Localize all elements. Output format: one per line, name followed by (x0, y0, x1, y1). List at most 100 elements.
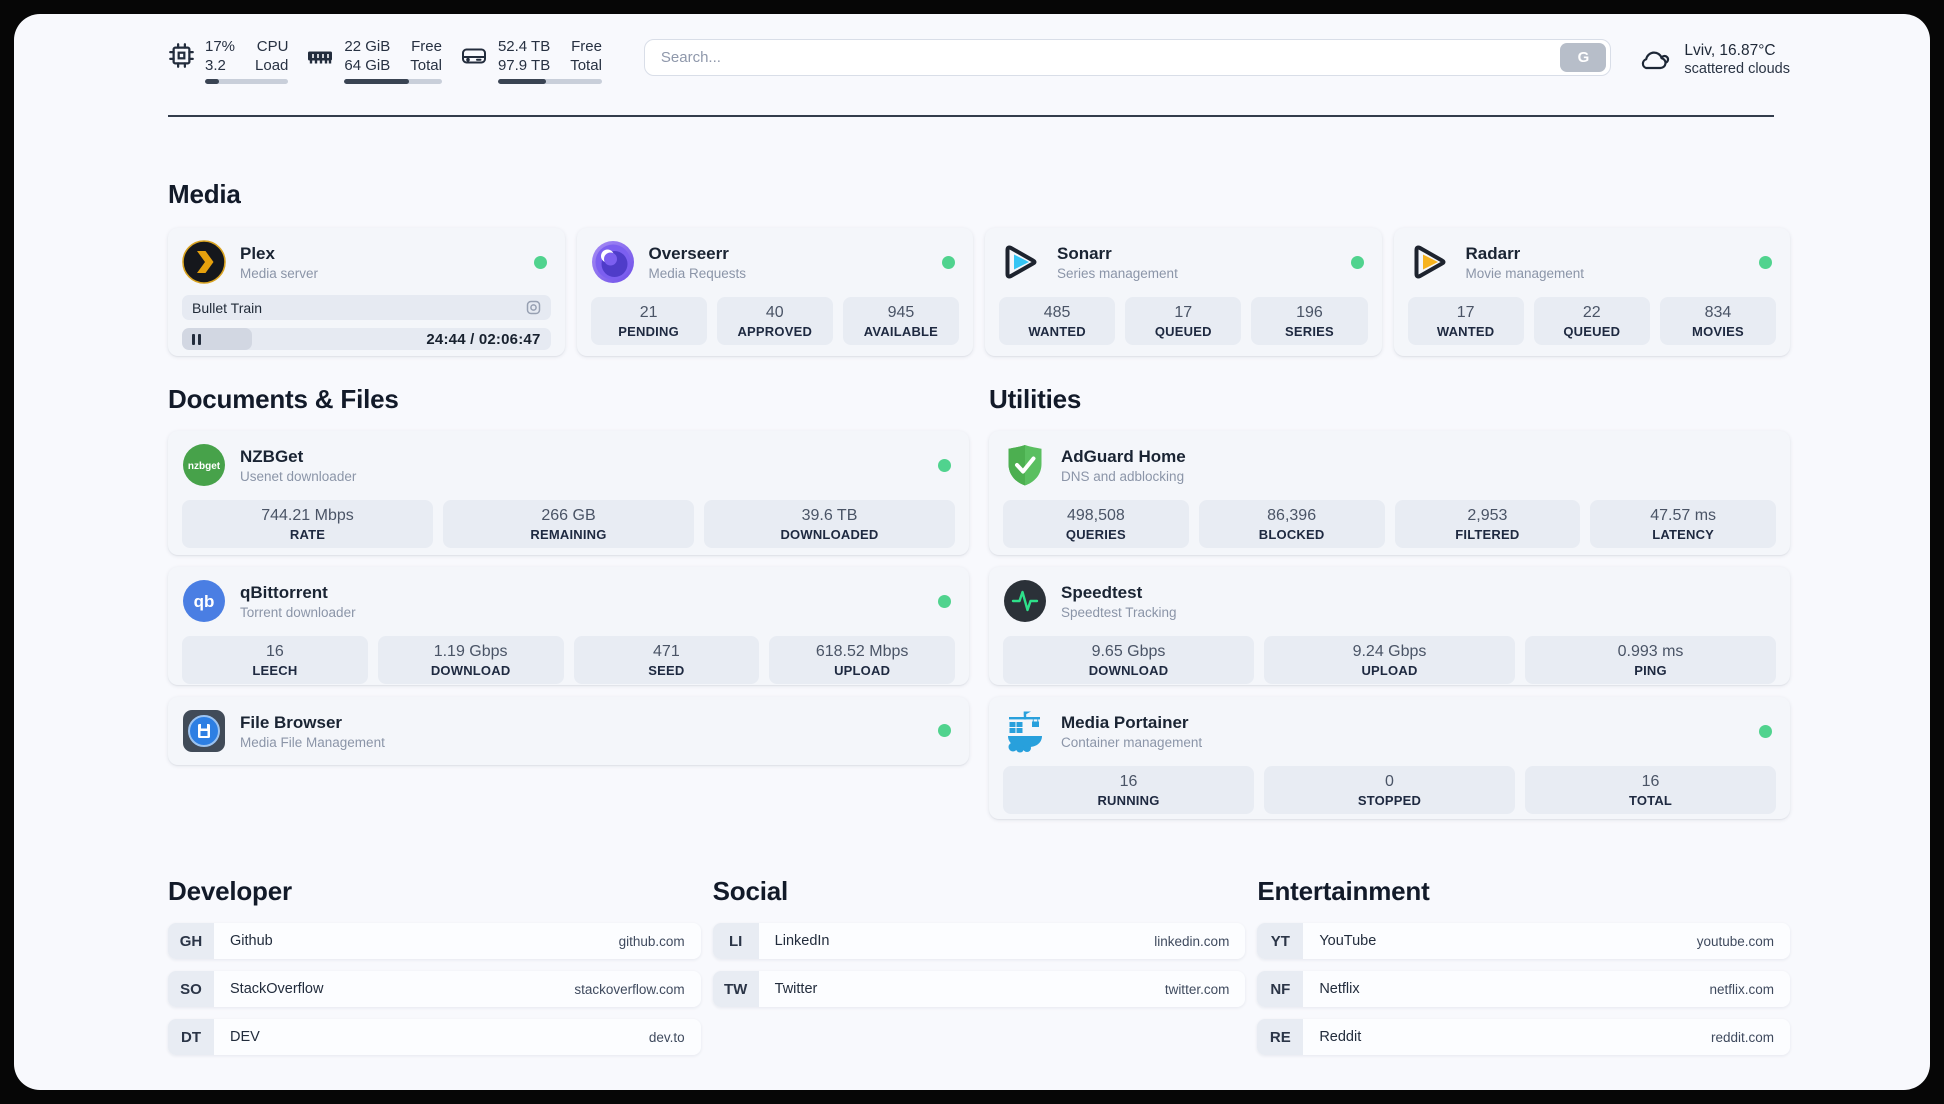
dashboard-panel: 17% 3.2 CPU Load 22 GiB 64 GiB Free Tota… (14, 14, 1930, 1090)
header-divider (168, 115, 1774, 117)
link-name: Netflix (1319, 981, 1360, 997)
app-name: Overseerr (648, 244, 729, 263)
search-bar[interactable]: G (643, 39, 1612, 76)
portainer-icon (1008, 711, 1042, 753)
disk-free: 52.4 TB (497, 38, 551, 55)
cpu-chip-icon (169, 43, 194, 68)
stat-upload: 9.24 Gbps UPLOAD (1264, 636, 1515, 684)
stat-latency: 47.57 ms LATENCY (1590, 500, 1776, 548)
weather-location-temp: Lviv, 16.87°C (1684, 42, 1776, 59)
media-card-grid: Plex Media server Bullet Train 24:44 / 0… (168, 228, 1790, 356)
link-name: LinkedIn (774, 933, 830, 949)
link-netflix[interactable]: NF Netflix netflix.com (1257, 971, 1790, 1007)
app-card-nzbget[interactable]: nzbget NZBGet Usenet downloader 744.21 M… (168, 431, 969, 555)
app-card-sonarr[interactable]: Sonarr Series management 485 WANTED 17 Q… (985, 228, 1382, 356)
link-url: twitter.com (1164, 981, 1230, 997)
pause-icon (192, 333, 201, 345)
utilities-column: Utilities AdGuard Home DNS and adblockin… (989, 384, 1790, 819)
ram-label-2: Total (410, 57, 442, 74)
stat-blocked: 86,396 BLOCKED (1198, 500, 1385, 548)
section-title-utilities: Utilities (989, 384, 1082, 414)
app-name: Plex (240, 244, 275, 263)
link-youtube[interactable]: YT YouTube youtube.com (1257, 923, 1790, 959)
app-card-qbittorrent[interactable]: qb qBittorrent Torrent downloader 16 LEE… (168, 567, 969, 685)
link-url: dev.to (648, 1029, 685, 1045)
link-badge: NF (1257, 971, 1304, 1007)
stat-seed: 471 SEED (573, 636, 760, 684)
playback-progress-row: 24:44 / 02:06:47 (182, 328, 551, 350)
ram-icon (308, 51, 333, 64)
status-dot-online (938, 724, 951, 737)
app-card-radarr[interactable]: Radarr Movie management 17 WANTED 22 QUE… (1393, 228, 1790, 356)
stat-series: 196 SERIES (1251, 297, 1368, 345)
link-dev[interactable]: DT DEV dev.to (168, 1019, 701, 1055)
app-description: Series management (1057, 266, 1178, 281)
app-name: File Browser (240, 713, 343, 732)
weather-condition: scattered clouds (1684, 61, 1790, 77)
app-card-portainer[interactable]: Media Portainer Container management 16 … (989, 697, 1790, 819)
status-dot-online (533, 256, 547, 269)
link-badge: TW (712, 971, 759, 1007)
disk-total: 97.9 TB (497, 57, 551, 74)
app-name: Radarr (1465, 244, 1521, 263)
disk-drive-icon (461, 48, 486, 64)
ram-free: 22 GiB (344, 38, 391, 55)
stat-download: 9.65 Gbps DOWNLOAD (1003, 636, 1254, 684)
stat-leech: 16 LEECH (182, 636, 368, 684)
link-badge: RE (1257, 1019, 1304, 1055)
section-title-entertainment: Entertainment (1257, 876, 1430, 906)
stat-upload: 618.52 Mbps UPLOAD (769, 636, 955, 684)
link-badge: GH (168, 923, 214, 959)
link-twitter[interactable]: TW Twitter twitter.com (712, 971, 1246, 1007)
stat-available: 945 AVAILABLE (842, 297, 960, 345)
app-card-speedtest[interactable]: Speedtest Speedtest Tracking 9.65 Gbps D… (989, 567, 1790, 685)
stat-wanted: 17 WANTED (1407, 297, 1524, 345)
link-url: stackoverflow.com (574, 981, 685, 997)
adguard-icon (1008, 445, 1042, 486)
app-card-filebrowser[interactable]: File Browser Media File Management (168, 697, 969, 765)
link-name: YouTube (1319, 933, 1377, 949)
status-dot-online (938, 595, 951, 608)
plex-icon (182, 240, 226, 284)
disk-label-1: Free (571, 38, 602, 55)
app-description: Speedtest Tracking (1061, 605, 1177, 620)
link-name: DEV (230, 1029, 260, 1045)
app-card-overseerr[interactable]: Overseerr Media Requests 21 PENDING 40 A… (576, 228, 973, 356)
link-name: Reddit (1319, 1029, 1362, 1045)
filebrowser-icon (183, 710, 225, 752)
search-engine-button[interactable]: G (1560, 43, 1607, 72)
playback-time: 24:44 / 02:06:47 (426, 330, 541, 348)
link-github[interactable]: GH Github github.com (168, 923, 701, 959)
qbittorrent-icon: qb (183, 580, 225, 622)
link-url: reddit.com (1710, 1029, 1774, 1045)
svg-text:qb: qb (194, 592, 215, 611)
app-description: Media server (240, 266, 319, 281)
cpu-widget: 17% 3.2 CPU Load (168, 37, 289, 84)
link-stackoverflow[interactable]: SO StackOverflow stackoverflow.com (168, 971, 701, 1007)
link-reddit[interactable]: RE Reddit reddit.com (1257, 1019, 1790, 1055)
link-name: StackOverflow (230, 981, 324, 997)
cpu-label-1: CPU (256, 38, 289, 55)
status-dot-online (1350, 256, 1364, 269)
media-type-icon[interactable] (526, 300, 541, 315)
cpu-progress-bar (205, 79, 289, 84)
app-card-adguard[interactable]: AdGuard Home DNS and adblocking 498,508 … (989, 431, 1790, 555)
link-linkedin[interactable]: LI LinkedIn linkedin.com (712, 923, 1246, 959)
weather-widget[interactable]: Lviv, 16.87°C scattered clouds (1637, 41, 1790, 78)
stat-rate: 744.21 Mbps RATE (182, 500, 433, 548)
now-playing-row: Bullet Train (182, 295, 551, 320)
status-dot-online (1759, 256, 1772, 269)
app-description: DNS and adblocking (1061, 469, 1185, 484)
link-url: linkedin.com (1154, 933, 1230, 949)
disk-widget: 52.4 TB 97.9 TB Free Total (460, 37, 602, 84)
search-input[interactable] (644, 49, 1561, 66)
stat-queries: 498,508 QUERIES (1003, 500, 1189, 548)
cpu-percent: 17% (205, 38, 236, 55)
app-name: AdGuard Home (1061, 447, 1186, 466)
disk-label-2: Total (570, 57, 602, 74)
link-name: Twitter (774, 981, 818, 997)
link-url: netflix.com (1709, 981, 1774, 997)
app-card-plex[interactable]: Plex Media server Bullet Train 24:44 / 0… (168, 228, 565, 356)
stat-approved: 40 APPROVED (716, 297, 833, 345)
app-name: Sonarr (1057, 244, 1112, 263)
